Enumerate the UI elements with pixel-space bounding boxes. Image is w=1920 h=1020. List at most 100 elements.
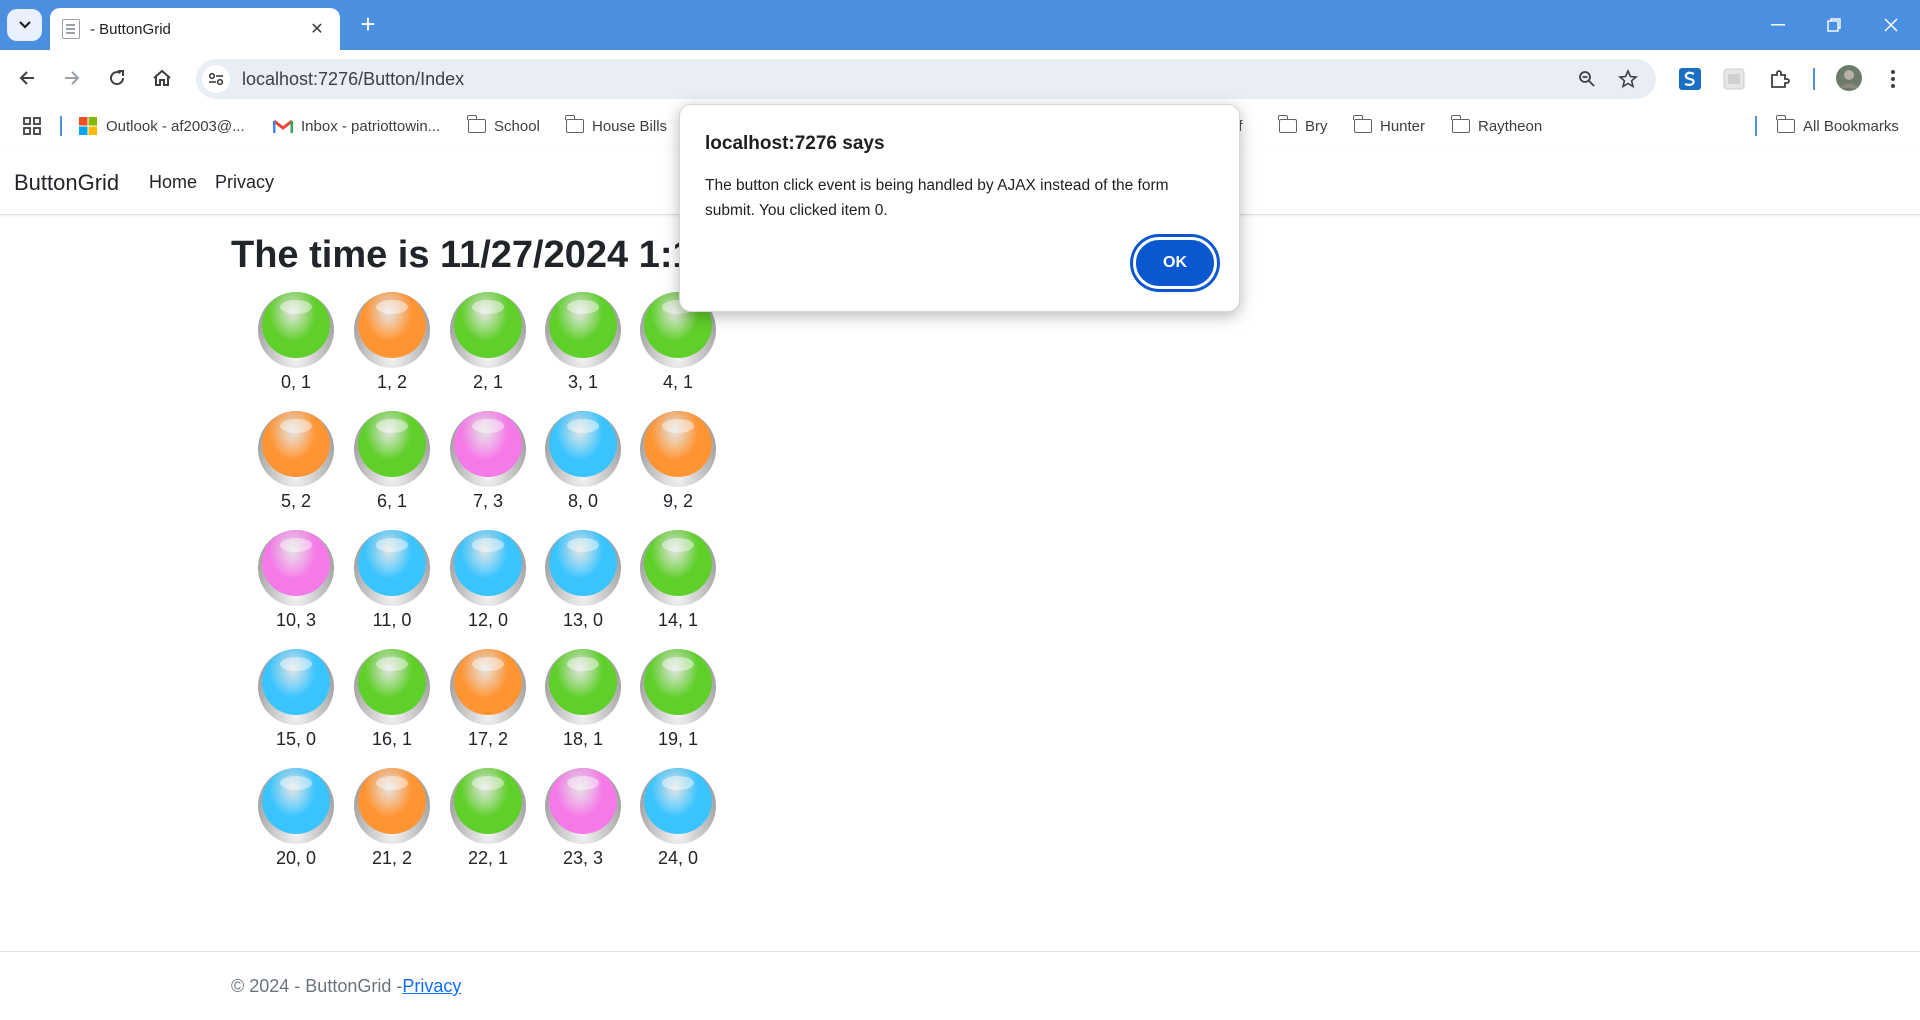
button-cap (262, 768, 330, 834)
grid-cell: 11, 0 (347, 530, 437, 631)
new-tab-button[interactable]: + (353, 10, 383, 40)
grid-button[interactable] (545, 768, 621, 844)
bookmark-star-icon[interactable] (1617, 68, 1639, 90)
bookmark-label: Raytheon (1478, 117, 1543, 135)
zoom-icon[interactable] (1576, 68, 1598, 90)
apps-grid-icon[interactable] (22, 115, 42, 137)
button-shine (376, 657, 408, 671)
button-shine (280, 300, 312, 314)
button-shine (472, 419, 504, 433)
minimize-icon[interactable] (1749, 0, 1807, 50)
site-brand[interactable]: ButtonGrid (14, 170, 119, 196)
reload-icon[interactable] (101, 62, 133, 94)
grid-button-label: 12, 0 (467, 610, 509, 630)
button-shine (472, 538, 504, 552)
button-shine (472, 657, 504, 671)
bookmarks-divider (60, 116, 62, 136)
grid-button-label: 19, 1 (657, 729, 699, 749)
grid-cell: 22, 1 (443, 768, 533, 869)
grid-cell: 24, 0 (633, 768, 723, 869)
grid-button[interactable] (640, 530, 716, 606)
button-cap (549, 649, 617, 715)
grid-button[interactable] (450, 649, 526, 725)
home-icon[interactable] (146, 62, 178, 94)
grid-button[interactable] (258, 292, 334, 368)
grid-cell: 5, 2 (251, 411, 341, 512)
grid-button[interactable] (545, 530, 621, 606)
browser-tab[interactable]: - ButtonGrid ✕ (50, 8, 340, 50)
grid-button-label: 11, 0 (372, 610, 412, 630)
grid-button[interactable] (258, 530, 334, 606)
avatar[interactable] (1835, 64, 1863, 92)
extensions-puzzle-icon[interactable] (1767, 66, 1793, 92)
extension-s-icon[interactable] (1677, 66, 1703, 92)
bookmark-hunter[interactable]: Hunter (1353, 115, 1426, 137)
url-text: localhost:7276/Button/Index (242, 69, 465, 89)
dialog-title: localhost:7276 says (705, 133, 885, 154)
site-info-icon[interactable] (202, 65, 230, 93)
grid-cell: 1, 2 (347, 292, 437, 393)
grid-button[interactable] (258, 649, 334, 725)
grid-button[interactable] (258, 411, 334, 487)
button-cap (644, 649, 712, 715)
button-shine (376, 419, 408, 433)
extension-grey-icon[interactable] (1721, 66, 1747, 92)
grid-button[interactable] (450, 411, 526, 487)
grid-button-label: 21, 2 (371, 848, 413, 868)
button-cap (454, 530, 522, 596)
bookmark-raytheon[interactable]: Raytheon (1451, 115, 1543, 137)
menu-kebab-icon[interactable] (1880, 66, 1906, 92)
bookmark-outlook[interactable]: Outlook - af2003@... (78, 115, 245, 137)
grid-button-label: 14, 1 (657, 610, 699, 630)
bookmark-school[interactable]: School (467, 115, 540, 137)
footer-copyright: © 2024 - ButtonGrid - (231, 976, 403, 996)
ok-button[interactable]: OK (1133, 237, 1217, 289)
nav-privacy-link[interactable]: Privacy (215, 172, 274, 193)
button-shine (662, 419, 694, 433)
grid-button[interactable] (354, 411, 430, 487)
all-bookmarks-label: All Bookmarks (1803, 117, 1899, 135)
bookmark-house-bills[interactable]: House Bills (565, 115, 668, 137)
button-cap (358, 292, 426, 358)
grid-button[interactable] (545, 411, 621, 487)
grid-button[interactable] (640, 768, 716, 844)
grid-button[interactable] (258, 768, 334, 844)
button-cap (454, 768, 522, 834)
grid-button[interactable] (354, 768, 430, 844)
tab-search-button[interactable] (7, 9, 42, 41)
grid-cell: 9, 2 (633, 411, 723, 512)
grid-cell: 0, 1 (251, 292, 341, 393)
address-bar[interactable]: localhost:7276/Button/Index (196, 59, 1656, 99)
grid-button[interactable] (545, 649, 621, 725)
grid-button-label: 7, 3 (472, 491, 504, 511)
close-icon[interactable]: ✕ (306, 19, 328, 39)
grid-button[interactable] (354, 292, 430, 368)
toolbar-divider (1813, 68, 1815, 90)
bookmark-gmail[interactable]: Inbox - patriottowin... (273, 115, 440, 137)
grid-button[interactable] (450, 768, 526, 844)
grid-button[interactable] (354, 530, 430, 606)
button-shine (376, 776, 408, 790)
grid-button-label: 4, 1 (662, 372, 694, 392)
grid-button[interactable] (640, 649, 716, 725)
grid-button[interactable] (640, 411, 716, 487)
nav-home-link[interactable]: Home (149, 172, 197, 193)
grid-button[interactable] (354, 649, 430, 725)
grid-button[interactable] (450, 292, 526, 368)
bookmark-label: Hunter (1380, 117, 1426, 135)
bookmark-bry[interactable]: Bry (1278, 115, 1328, 137)
grid-cell: 19, 1 (633, 649, 723, 750)
grid-button[interactable] (450, 530, 526, 606)
button-shine (472, 300, 504, 314)
restore-icon[interactable] (1805, 0, 1863, 50)
back-icon[interactable] (11, 62, 43, 94)
button-cap (454, 411, 522, 477)
grid-button[interactable] (545, 292, 621, 368)
footer-privacy-link[interactable]: Privacy (402, 976, 461, 996)
page-title: The time is 11/27/2024 1:11:1 (231, 234, 747, 276)
close-window-icon[interactable] (1862, 0, 1920, 50)
forward-icon[interactable] (56, 62, 88, 94)
bookmark-label: House Bills (592, 117, 668, 135)
button-cap (358, 768, 426, 834)
all-bookmarks[interactable]: All Bookmarks (1776, 115, 1899, 137)
